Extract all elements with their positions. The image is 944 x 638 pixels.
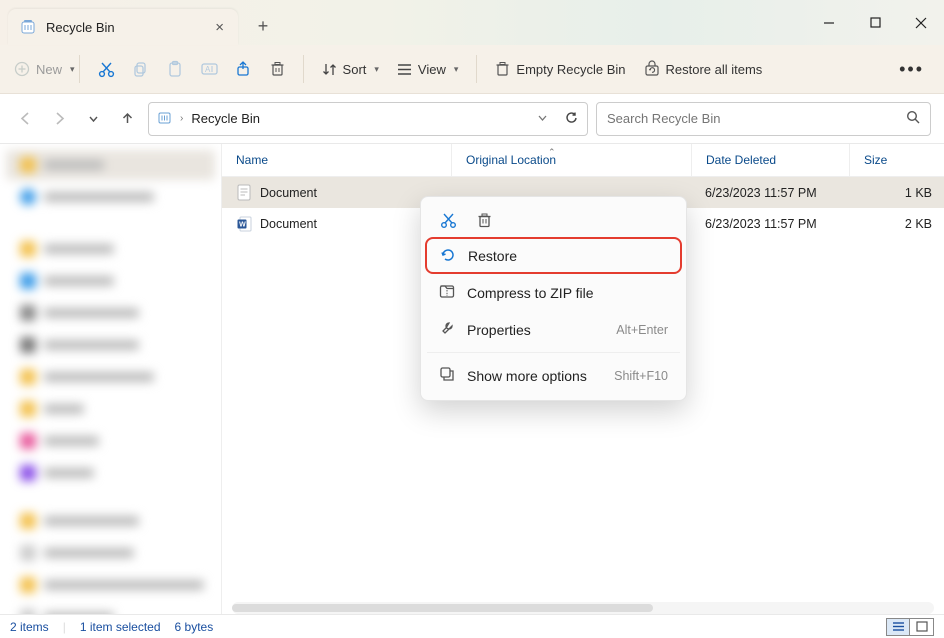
ctx-separator — [427, 352, 680, 353]
file-name: Document — [260, 217, 317, 231]
ctx-restore-label: Restore — [468, 248, 517, 264]
ctx-compress[interactable]: Compress to ZIP file — [427, 274, 680, 311]
ctx-properties[interactable]: Properties Alt+Enter — [427, 311, 680, 348]
chevron-right-icon: › — [180, 113, 183, 124]
rename-button[interactable]: A — [201, 61, 218, 77]
sort-label: Sort — [343, 62, 367, 77]
details-view-button[interactable] — [886, 618, 910, 636]
status-bar: 2 items | 1 item selected 6 bytes — [0, 614, 944, 638]
file-date: 6/23/2023 11:57 PM — [705, 217, 817, 231]
chevron-down-icon[interactable] — [537, 111, 548, 126]
ctx-restore[interactable]: Restore — [425, 237, 682, 274]
sort-button[interactable]: Sort ▾ — [322, 62, 379, 77]
tab-close-button[interactable]: × — [211, 17, 228, 38]
search-icon[interactable] — [906, 110, 920, 127]
toolbar: New ▾ A Sort ▾ View ▾ Empty Recycle Bin Re… — [0, 45, 944, 94]
ctx-properties-label: Properties — [467, 322, 531, 338]
text-file-icon — [236, 184, 252, 202]
empty-recycle-bin-button[interactable]: Empty Recycle Bin — [495, 61, 625, 77]
file-size: 1 KB — [905, 186, 932, 200]
col-name[interactable]: Name — [222, 153, 451, 167]
ctx-more-label: Show more options — [467, 368, 587, 384]
empty-label: Empty Recycle Bin — [516, 62, 625, 77]
tab-title: Recycle Bin — [46, 20, 115, 35]
chevron-down-icon: ▾ — [70, 64, 75, 75]
context-menu: Restore Compress to ZIP file Properties … — [420, 196, 687, 401]
recycle-bin-icon — [20, 19, 36, 35]
ctx-properties-shortcut: Alt+Enter — [616, 323, 668, 337]
recycle-bin-icon — [157, 110, 172, 128]
view-label: View — [418, 62, 446, 77]
file-name: Document — [260, 186, 317, 200]
refresh-button[interactable] — [564, 110, 579, 128]
col-size[interactable]: Size — [849, 144, 944, 176]
close-window-button[interactable] — [898, 0, 944, 45]
back-button[interactable] — [12, 104, 38, 134]
chevron-down-icon: ▾ — [454, 64, 459, 75]
search-input[interactable] — [607, 111, 906, 126]
cut-button[interactable] — [98, 61, 115, 78]
svg-text:A: A — [205, 65, 211, 74]
wrench-icon — [439, 320, 455, 339]
column-headers: Name ⌃ Original Location Date Deleted Si… — [222, 144, 944, 177]
maximize-button[interactable] — [852, 0, 898, 45]
new-button[interactable]: New ▾ — [14, 61, 75, 77]
ctx-more-shortcut: Shift+F10 — [614, 369, 668, 383]
navbar: › Recycle Bin — [0, 94, 944, 144]
svg-text:W: W — [239, 221, 246, 228]
address-path: Recycle Bin — [191, 111, 260, 126]
chevron-down-icon: ▾ — [374, 64, 379, 75]
view-button[interactable]: View ▾ — [397, 62, 458, 77]
nav-sidebar[interactable] — [0, 144, 222, 614]
zip-icon — [439, 283, 455, 302]
more-button[interactable]: ••• — [893, 55, 930, 84]
copy-button[interactable] — [133, 61, 149, 77]
up-button[interactable] — [114, 104, 140, 134]
window-controls — [806, 0, 944, 45]
titlebar: Recycle Bin × + — [0, 0, 944, 45]
status-count: 2 items — [10, 620, 49, 634]
ctx-delete-button[interactable] — [473, 209, 495, 231]
new-tab-button[interactable]: + — [248, 11, 278, 41]
share-button[interactable] — [236, 61, 252, 77]
forward-button[interactable] — [46, 104, 72, 134]
recent-locations-button[interactable] — [80, 104, 106, 134]
address-bar[interactable]: › Recycle Bin — [148, 102, 588, 136]
restore-all-button[interactable]: Restore all items — [644, 61, 763, 77]
file-date: 6/23/2023 11:57 PM — [705, 186, 817, 200]
new-label: New — [36, 62, 62, 77]
thumbnails-view-button[interactable] — [910, 618, 934, 636]
horizontal-scrollbar[interactable] — [232, 602, 934, 614]
ctx-cut-button[interactable] — [437, 209, 459, 231]
sort-indicator-icon: ⌃ — [548, 147, 556, 158]
status-selection: 1 item selected — [80, 620, 161, 634]
col-original-location[interactable]: Original Location — [451, 144, 691, 176]
file-size: 2 KB — [905, 217, 932, 231]
status-bytes: 6 bytes — [175, 620, 214, 634]
delete-button[interactable] — [270, 61, 285, 77]
paste-button[interactable] — [167, 61, 183, 77]
restore-all-label: Restore all items — [666, 62, 763, 77]
ctx-compress-label: Compress to ZIP file — [467, 285, 594, 301]
search-box[interactable] — [596, 102, 931, 136]
tab-recycle-bin[interactable]: Recycle Bin × — [8, 9, 238, 45]
restore-icon — [439, 246, 456, 266]
ctx-more-options[interactable]: Show more options Shift+F10 — [427, 357, 680, 394]
col-date-deleted[interactable]: Date Deleted — [691, 144, 849, 176]
more-options-icon — [439, 366, 455, 385]
word-file-icon: W — [236, 215, 252, 233]
minimize-button[interactable] — [806, 0, 852, 45]
